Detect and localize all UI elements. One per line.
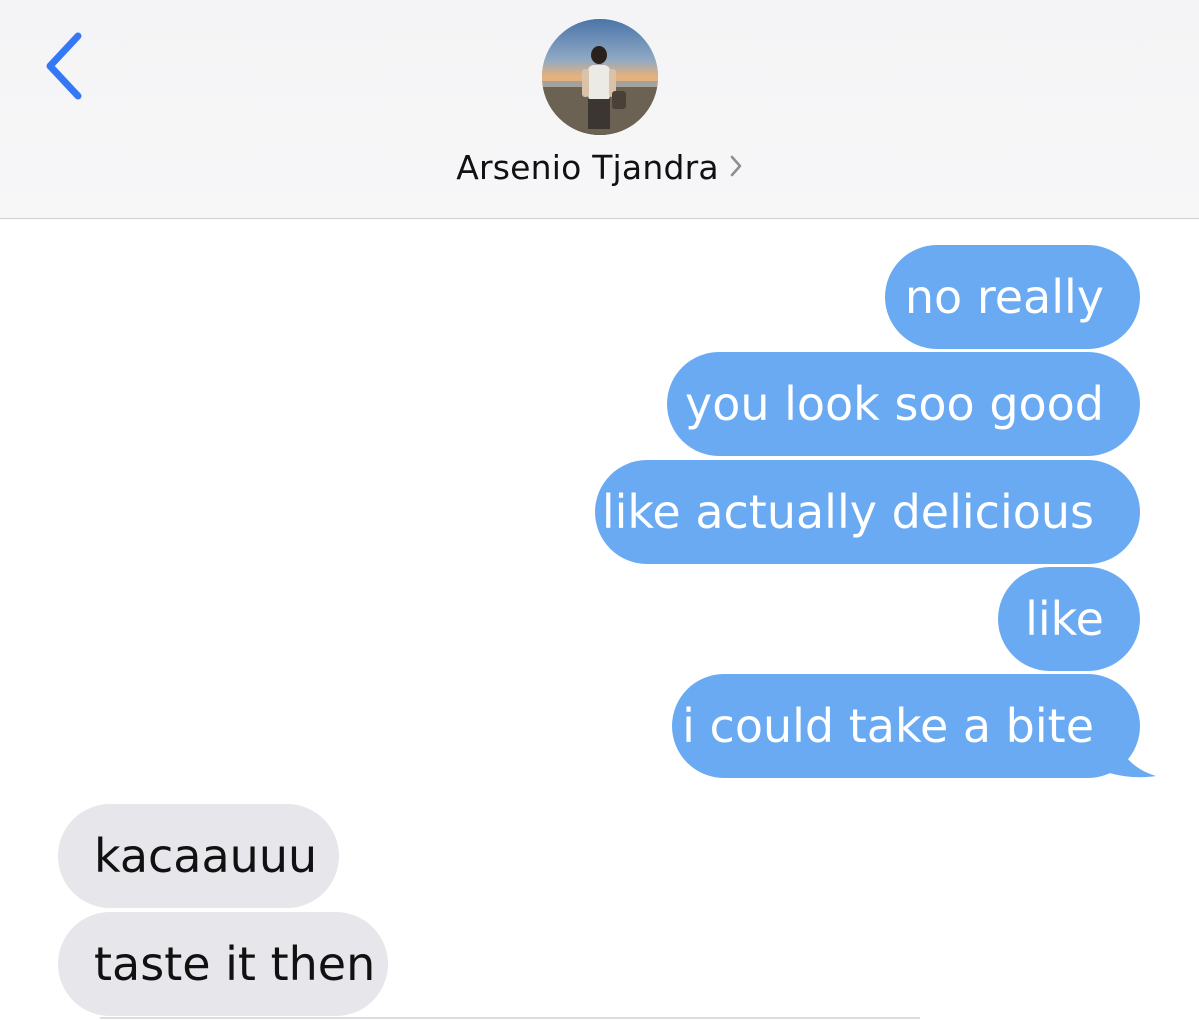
contact-name: Arsenio Tjandra xyxy=(456,148,719,187)
chevron-right-icon xyxy=(729,145,743,189)
conversation-header: Arsenio Tjandra xyxy=(0,0,1199,219)
chevron-left-icon xyxy=(46,32,82,100)
message-bubble-sent[interactable]: like actually delicious xyxy=(595,460,1140,564)
contact-avatar-photo xyxy=(542,19,658,135)
message-bubble-received[interactable]: kacaauuu xyxy=(58,804,339,908)
back-button[interactable] xyxy=(40,30,96,102)
contact-name-button[interactable]: Arsenio Tjandra xyxy=(0,146,1199,192)
bottom-divider xyxy=(100,1017,920,1019)
message-bubble-sent[interactable]: like xyxy=(998,567,1140,671)
message-bubble-sent[interactable]: no really xyxy=(885,245,1140,349)
message-bubble-sent[interactable]: you look soo good xyxy=(667,352,1140,456)
message-bubble-sent[interactable]: i could take a bite xyxy=(672,674,1140,778)
avatar[interactable] xyxy=(542,19,658,135)
message-bubble-received[interactable]: taste it then xyxy=(58,912,388,1016)
